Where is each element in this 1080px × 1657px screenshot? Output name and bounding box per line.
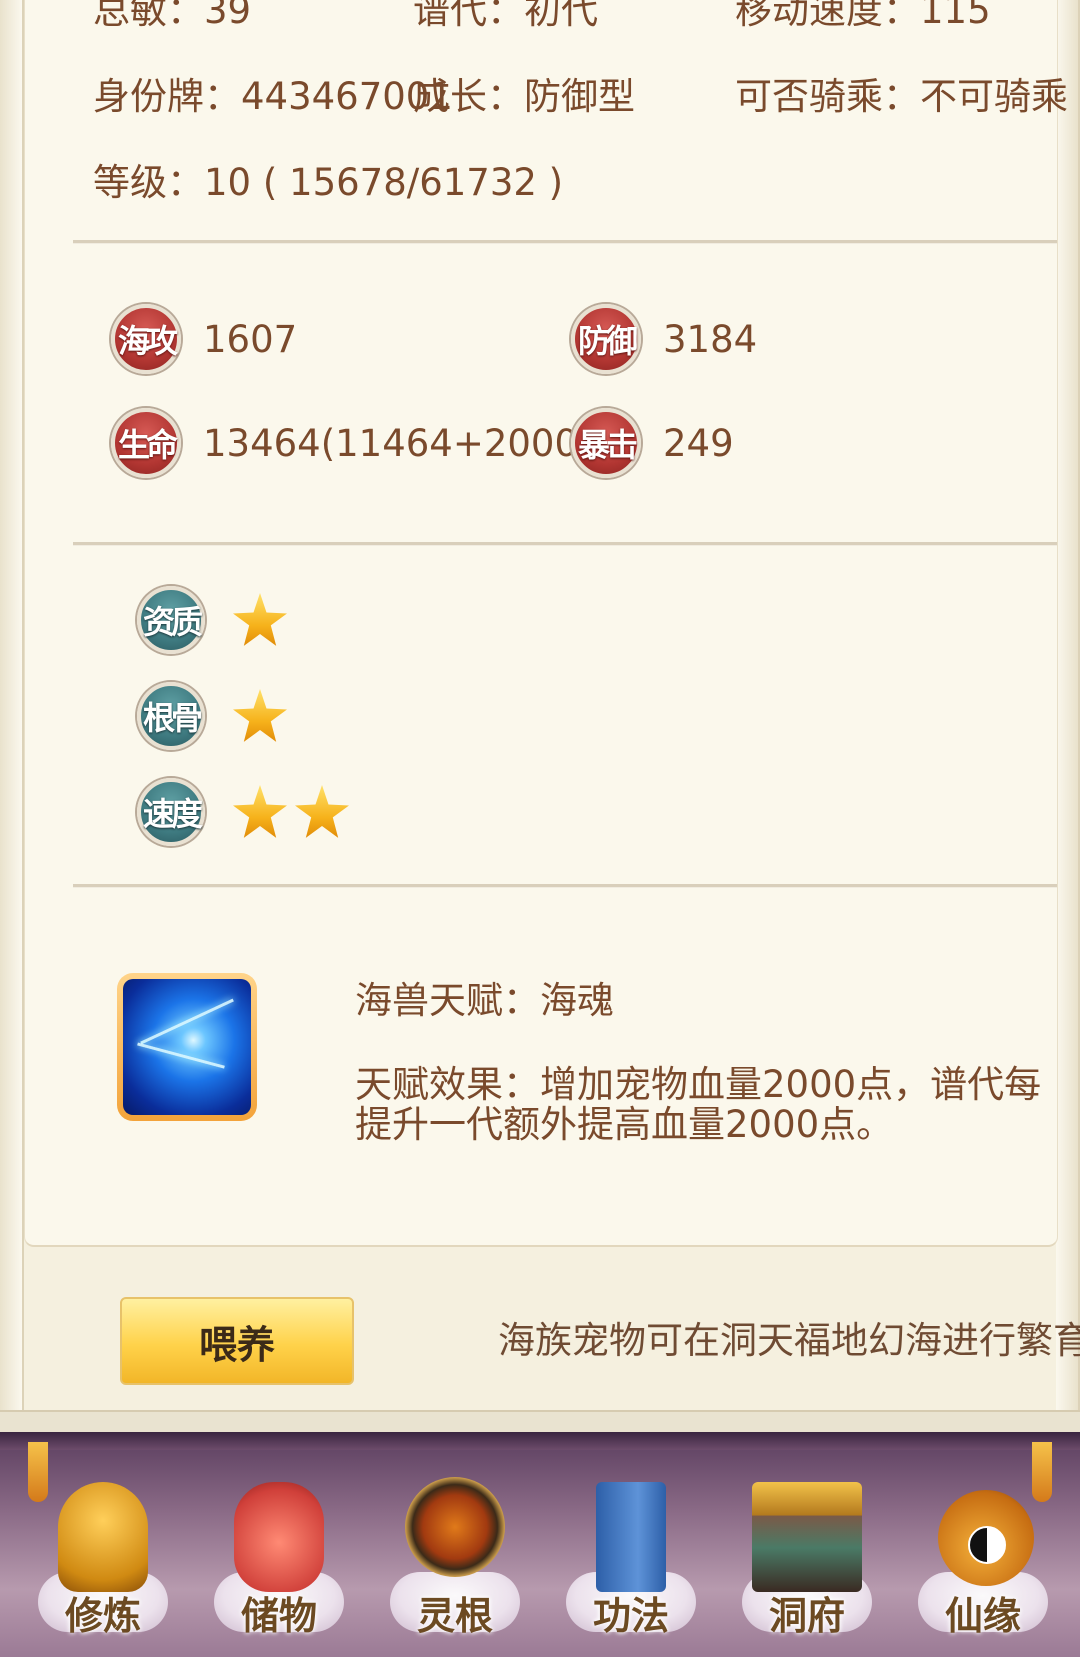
stat-badge: 防御	[571, 304, 641, 374]
growth-type: 成长：防御型	[413, 75, 635, 118]
stat-sea-attack: 海攻 1607	[111, 304, 297, 374]
star-icon	[233, 689, 287, 742]
quality-badge: 速度	[137, 778, 205, 846]
treasure-bag-icon	[234, 1482, 324, 1592]
nav-label: 灵根	[416, 1594, 493, 1638]
star-icon	[233, 593, 287, 646]
divider	[73, 240, 1057, 244]
nav-dongfu[interactable]: 洞府	[732, 1462, 882, 1652]
nav-label: 修炼	[64, 1594, 141, 1638]
nav-xianyuan[interactable]: 仙缘	[908, 1462, 1058, 1652]
stat-hp: 生命 13464(11464+2000)	[111, 408, 592, 478]
right-frame	[1056, 0, 1080, 1430]
rideable: 可否骑乘：不可骑乘	[735, 75, 1068, 118]
quality-speed: 速度	[137, 778, 349, 846]
star-icon	[295, 785, 349, 838]
bottom-nav: 修炼 储物 灵根 功法 洞府 仙缘	[0, 1432, 1080, 1657]
cave-palace-icon	[752, 1482, 862, 1592]
breeding-hint: 海族宠物可在洞天福地幻海进行繁育	[498, 1319, 1080, 1362]
spirit-root-icon	[405, 1477, 505, 1577]
nav-xiulian[interactable]: 修炼	[28, 1462, 178, 1652]
id-card: 身份牌：443467001	[93, 75, 453, 118]
stat-badge: 暴击	[571, 408, 641, 478]
sea-soul-skill-icon[interactable]	[117, 973, 257, 1121]
move-speed: 移动速度：115	[735, 0, 991, 32]
pet-info-panel: 总敏：39 谱代：初代 移动速度：115 身份牌：443467001 成长：防御…	[24, 0, 1068, 1247]
nav-label: 储物	[240, 1594, 317, 1638]
meditating-monk-icon	[58, 1482, 148, 1592]
gourd-icon	[938, 1490, 1034, 1586]
quality-badge: 资质	[137, 586, 205, 654]
divider	[73, 884, 1057, 888]
talent-effect-line2: 提升一代额外提高血量2000点。	[355, 1103, 894, 1146]
stat-defense: 防御 3184	[571, 304, 757, 374]
stat-badge: 海攻	[111, 304, 181, 374]
book-icon	[596, 1482, 666, 1592]
stat-value: 249	[663, 421, 734, 465]
quality-bone: 根骨	[137, 682, 287, 750]
left-frame	[0, 0, 24, 1430]
nav-label: 洞府	[768, 1594, 845, 1638]
nav-gongfa[interactable]: 功法	[556, 1462, 706, 1652]
star-rating	[233, 593, 287, 647]
generation: 谱代：初代	[413, 0, 598, 32]
stat-value: 3184	[663, 317, 758, 361]
stat-value: 13464(11464+2000)	[203, 421, 593, 465]
total-agility: 总敏：39	[93, 0, 252, 32]
nav-linggen[interactable]: 灵根	[380, 1462, 530, 1652]
nav-label: 仙缘	[944, 1594, 1021, 1638]
nav-label: 功法	[592, 1594, 669, 1638]
stat-badge: 生命	[111, 408, 181, 478]
level: 等级：10 ( 15678/61732 )	[93, 161, 564, 204]
stat-value: 1607	[203, 317, 298, 361]
nav-chuwu[interactable]: 储物	[204, 1462, 354, 1652]
talent-name: 海兽天赋：海魂	[355, 979, 614, 1022]
star-rating	[233, 785, 349, 839]
quality-badge: 根骨	[137, 682, 205, 750]
divider	[73, 542, 1057, 546]
yin-yang-icon	[968, 1526, 1006, 1564]
star-rating	[233, 689, 287, 743]
star-icon	[233, 785, 287, 838]
stat-crit: 暴击 249	[571, 408, 734, 478]
feed-button[interactable]: 喂养	[120, 1297, 354, 1385]
quality-aptitude: 资质	[137, 586, 287, 654]
